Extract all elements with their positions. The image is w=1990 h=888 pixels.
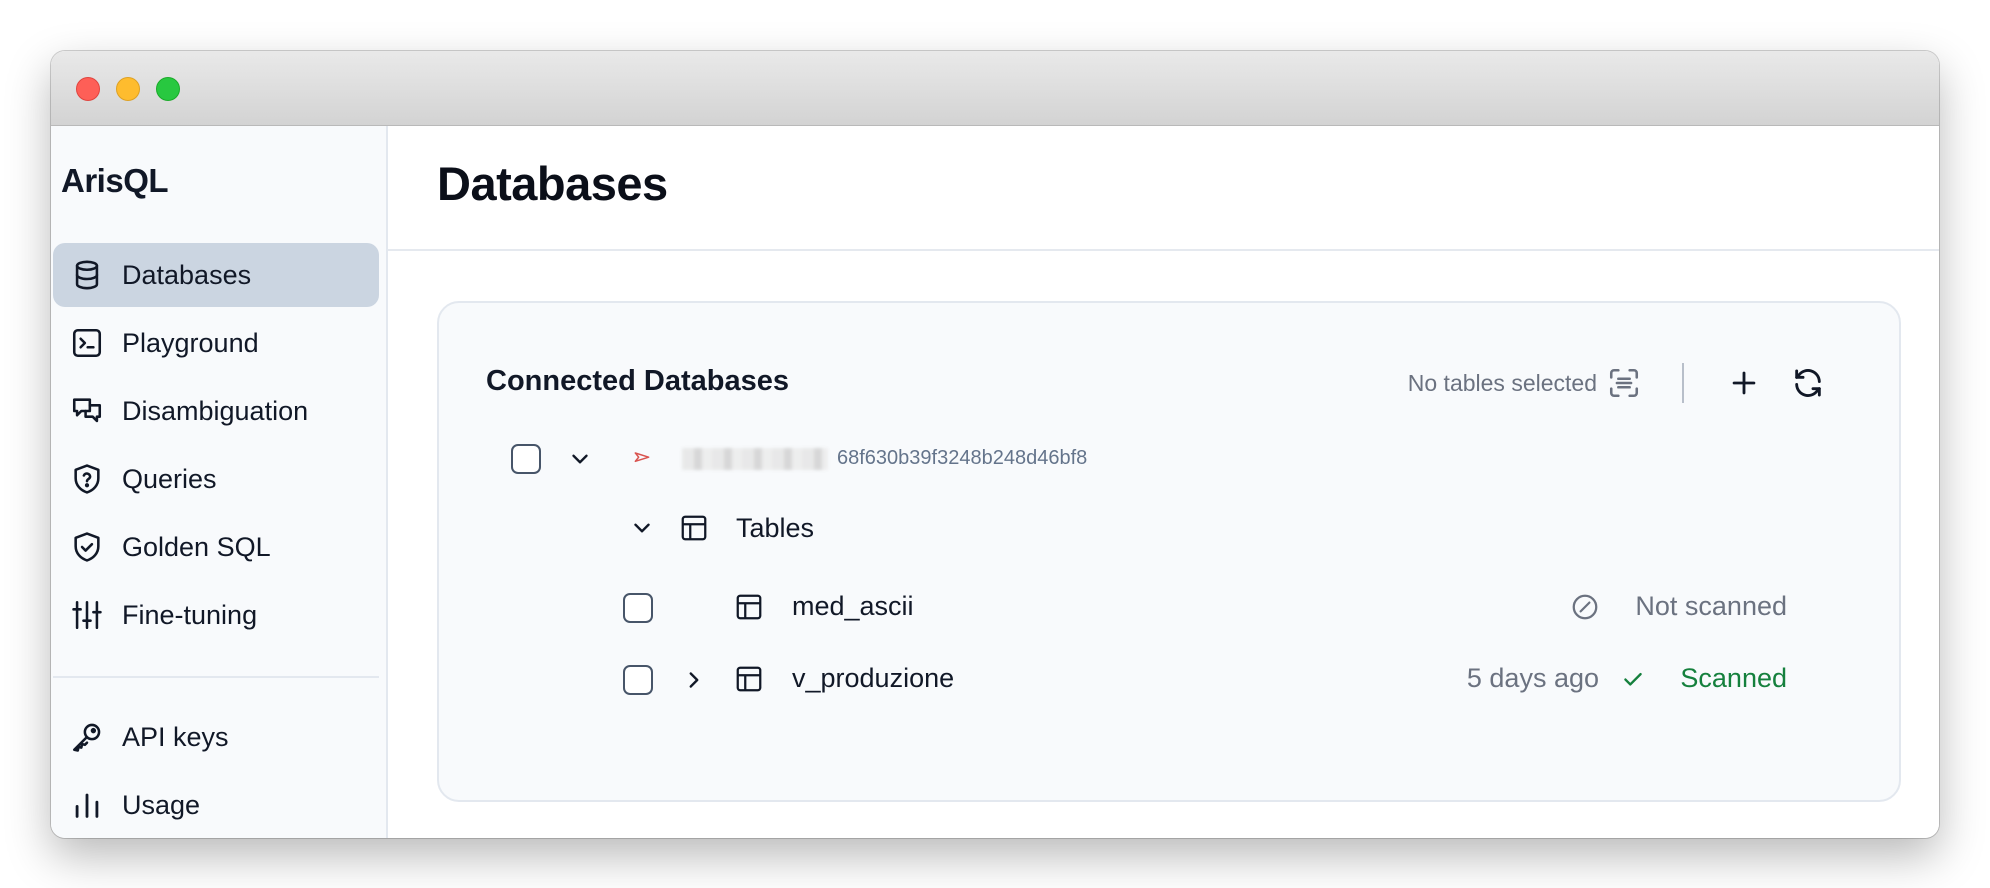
table-icon xyxy=(732,590,766,624)
scan-status: Not scanned xyxy=(1635,591,1787,621)
chevron-down-icon[interactable] xyxy=(565,444,595,474)
table-icon xyxy=(732,662,766,696)
brand-logo: ArisQL xyxy=(61,162,169,199)
scan-time: 5 days ago xyxy=(1466,663,1599,693)
tables-label: Tables xyxy=(736,513,815,543)
chevron-right-icon[interactable] xyxy=(679,665,709,695)
database-name-redacted xyxy=(682,448,828,470)
chat-bubbles-icon xyxy=(70,394,104,428)
table-checkbox[interactable] xyxy=(623,593,653,623)
database-id: 68f630b39f3248b248d46bf8 xyxy=(837,447,1088,469)
sidebar-item-label: Fine-tuning xyxy=(122,599,258,630)
sidebar-item-api-keys[interactable]: API keys xyxy=(53,705,379,769)
key-icon xyxy=(70,720,104,754)
maximize-window-button[interactable] xyxy=(156,77,180,101)
database-type-icon xyxy=(631,447,653,469)
table-name[interactable]: v_produzione xyxy=(792,663,954,694)
sidebar-item-golden-sql[interactable]: Golden SQL xyxy=(53,515,379,579)
sliders-icon xyxy=(70,598,104,632)
toolbar-divider xyxy=(1682,363,1684,403)
minimize-window-button[interactable] xyxy=(116,77,140,101)
page-header: Databases xyxy=(388,126,1939,251)
sidebar-item-fine-tuning[interactable]: Fine-tuning xyxy=(53,583,379,647)
sidebar-item-playground[interactable]: Playground xyxy=(53,311,379,375)
sidebar: ArisQL Databases Playground Disambiguati… xyxy=(51,126,388,838)
table-checkbox[interactable] xyxy=(623,665,653,695)
bar-chart-icon xyxy=(70,788,104,822)
sidebar-item-label: Disambiguation xyxy=(122,395,309,426)
sidebar-divider xyxy=(53,676,379,678)
table-icon xyxy=(677,511,711,545)
close-window-button[interactable] xyxy=(76,77,100,101)
title-bar xyxy=(51,51,1939,126)
sidebar-item-disambiguation[interactable]: Disambiguation xyxy=(53,379,379,443)
selection-status: No tables selected xyxy=(1407,370,1597,396)
shield-check-icon xyxy=(70,530,104,564)
sidebar-item-label: Queries xyxy=(122,463,217,494)
table-name[interactable]: med_ascii xyxy=(792,591,914,622)
sidebar-item-label: Databases xyxy=(122,259,252,290)
refresh-icon[interactable] xyxy=(1791,366,1825,400)
scan-icon[interactable] xyxy=(1607,366,1641,400)
main-content: Databases Connected Databases No tables … xyxy=(388,126,1939,838)
database-checkbox[interactable] xyxy=(511,444,541,474)
sidebar-item-label: Usage xyxy=(122,789,201,820)
shield-question-icon xyxy=(70,462,104,496)
chevron-down-icon[interactable] xyxy=(627,513,657,543)
terminal-icon xyxy=(70,326,104,360)
card-title: Connected Databases xyxy=(486,365,789,397)
check-icon xyxy=(1618,664,1648,694)
add-database-icon[interactable] xyxy=(1727,366,1761,400)
sidebar-item-label: API keys xyxy=(122,721,229,752)
scan-status: Scanned xyxy=(1680,663,1787,693)
sidebar-item-databases[interactable]: Databases xyxy=(53,243,379,307)
not-scanned-icon xyxy=(1568,590,1602,624)
sidebar-item-label: Playground xyxy=(122,327,259,358)
sidebar-item-label: Golden SQL xyxy=(122,531,271,562)
page-title: Databases xyxy=(437,157,668,210)
connected-databases-card: Connected Databases No tables selected 6… xyxy=(437,301,1901,802)
sidebar-item-usage[interactable]: Usage xyxy=(53,773,379,837)
sidebar-item-queries[interactable]: Queries xyxy=(53,447,379,511)
app-window: ArisQL Databases Playground Disambiguati… xyxy=(51,51,1939,838)
database-icon xyxy=(70,258,104,292)
